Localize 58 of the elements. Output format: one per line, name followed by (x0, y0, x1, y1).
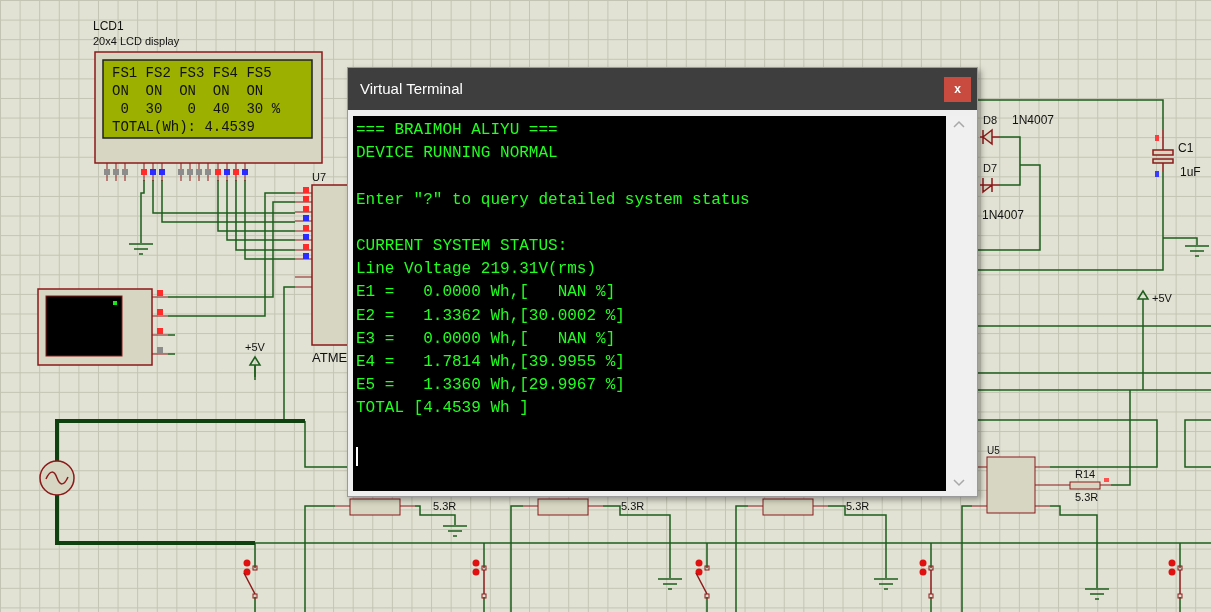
component-ref-label: U7 (312, 171, 327, 183)
terminal-line: E1 = 0.0000 Wh,[ NAN %] (356, 282, 616, 304)
ground-icon (657, 578, 683, 590)
power-label: +5V (1152, 292, 1172, 304)
lcd-text: TOTAL(Wh): 4.4539 (112, 119, 255, 135)
ground-icon (442, 525, 468, 537)
pin-state-marker (1155, 135, 1159, 141)
screen-indicator-icon (113, 301, 117, 305)
ground-icon (128, 243, 154, 255)
component-ref-label: LCD1 (93, 19, 124, 33)
part-label: 1N4007 (1012, 113, 1055, 127)
lcd-text: 0 30 0 40 30 % (120, 101, 281, 117)
component-ref-label: U5 (987, 445, 1000, 456)
value-label: 5.3R (433, 500, 457, 512)
terminal-line: E4 = 1.7814 Wh,[39.9955 %] (356, 352, 625, 373)
wire (167, 334, 176, 336)
power-arrow-icon (1137, 289, 1149, 312)
scroll-up-icon[interactable] (953, 120, 965, 128)
wire (140, 179, 145, 244)
component-ref-label: D8 (983, 114, 998, 126)
component-ref-label: D7 (983, 162, 998, 174)
part-label: 1N4007 (982, 208, 1025, 222)
pin-state-marker (1104, 478, 1109, 482)
lcd-text: ON ON ON ON ON (112, 83, 264, 99)
wire (1184, 419, 1211, 468)
window-title: Virtual Terminal (360, 78, 463, 99)
close-button[interactable]: x (944, 76, 971, 102)
terminal-line: TOTAL [4.4539 Wh ] (356, 398, 529, 420)
power-arrow-icon (249, 355, 261, 378)
diode-icon (979, 177, 1001, 194)
ground-icon (1084, 588, 1110, 600)
lcd-text: FS1 FS2 FS3 FS4 FS5 (112, 65, 272, 81)
ground-icon (873, 578, 899, 590)
terminal-line: E5 = 1.3360 Wh,[29.9967 %] (356, 375, 625, 397)
capacitor-icon (1152, 129, 1174, 173)
scroll-down-icon[interactable] (953, 479, 965, 487)
ac-source-icon (39, 460, 75, 496)
ground-icon (1184, 245, 1210, 257)
text-cursor (356, 446, 358, 466)
value-label: 5.3R (1075, 491, 1099, 503)
power-label: +5V (245, 341, 265, 353)
component-ref-label: R14 (1075, 468, 1096, 480)
terminal-line: DEVICE RUNNING NORMAL (356, 143, 558, 165)
value-label: 5.3R (846, 500, 870, 512)
terminal-line: E2 = 1.3362 Wh,[30.0002 %] (356, 305, 625, 327)
diode-icon (979, 128, 1001, 145)
component-ref-label: ATME (312, 350, 348, 365)
terminal-line: CURRENT SYSTEM STATUS: (356, 236, 568, 257)
terminal-line: Enter "?" to query detailed system status (356, 189, 750, 211)
terminal-line: === BRAIMOH ALIYU === (356, 120, 558, 141)
component-type-label: 20x4 LCD display (93, 35, 180, 47)
wire (167, 353, 176, 355)
value-label: 5.3R (621, 500, 645, 512)
pin-state-marker (1155, 171, 1159, 177)
component-ref-label: C1 (1178, 141, 1194, 155)
terminal-line: Line Voltage 219.31V(rms) (356, 259, 597, 281)
value-label: 1uF (1180, 165, 1201, 179)
terminal-line: E3 = 0.0000 Wh,[ NAN %] (356, 328, 616, 350)
